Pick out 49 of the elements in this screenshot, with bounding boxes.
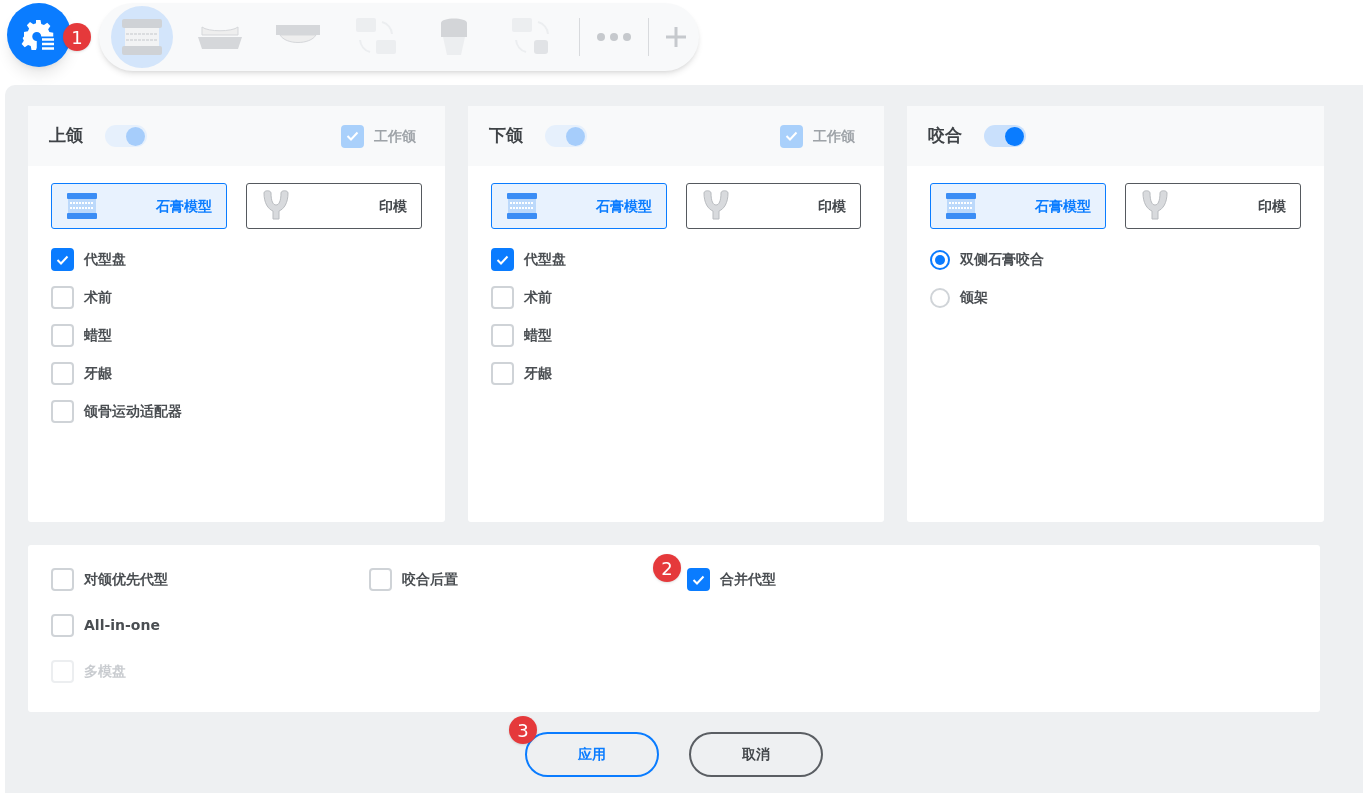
- checkbox-label: 工作颌: [813, 126, 856, 146]
- option-label: 蜡型: [523, 326, 552, 345]
- checkbox-label: 工作颌: [373, 126, 416, 146]
- step-badge: 3: [509, 716, 537, 744]
- option-label: All-in-one: [84, 616, 160, 635]
- checkbox[interactable]: [51, 248, 74, 271]
- dental-model-icon: [505, 192, 538, 220]
- lower-arch-icon: [196, 23, 244, 51]
- check-icon: [56, 254, 69, 265]
- check-icon: [692, 574, 705, 585]
- card-title: 下颌: [488, 124, 523, 148]
- option-label: 合并代型: [720, 570, 776, 589]
- option-label: 代型盘: [84, 250, 126, 269]
- card-title: 咬合: [928, 124, 963, 148]
- toggle-switch[interactable]: [984, 125, 1027, 147]
- option-label: 代型盘: [523, 250, 566, 269]
- cancel-button[interactable]: 取消: [689, 732, 823, 777]
- model-tool-button[interactable]: [111, 6, 173, 68]
- radio-button[interactable]: [930, 249, 951, 270]
- model-type-button[interactable]: 印模: [245, 183, 422, 229]
- impression-tray-icon: [260, 189, 291, 223]
- option-label: 颌骨运动适配器: [84, 402, 182, 421]
- option-label: 对颌优先代型: [84, 570, 168, 589]
- step-badge: 1: [63, 23, 91, 51]
- card-title: 上颌: [49, 124, 83, 148]
- dental-model-icon: [66, 192, 98, 220]
- check-icon: [785, 131, 799, 141]
- option-label: 牙龈: [84, 364, 112, 383]
- option-label: 蜡型: [84, 326, 112, 345]
- model-type-button[interactable]: 印模: [1125, 183, 1302, 229]
- dental-model-icon: [945, 192, 978, 220]
- option-label: 术前: [523, 288, 552, 307]
- impression-tray-icon: [700, 189, 731, 223]
- checkbox[interactable]: [490, 248, 514, 271]
- dental-model-icon: [120, 17, 164, 57]
- more-icon: [596, 32, 632, 42]
- option-label: 颌架: [960, 288, 989, 307]
- settings-icon: [21, 17, 57, 53]
- option-label: 牙龈: [523, 364, 552, 383]
- impression-tray-icon: [1140, 189, 1171, 223]
- option-label: 咬合后置: [402, 570, 458, 589]
- check-icon: [495, 254, 509, 265]
- add-icon: [665, 26, 687, 48]
- model-type-button[interactable]: 印模: [685, 183, 862, 229]
- option-label: 术前: [84, 288, 112, 307]
- step-badge: 2: [653, 554, 681, 582]
- check-icon: [345, 131, 359, 141]
- checkbox[interactable]: [687, 568, 710, 591]
- option-label: 双侧石膏咬合: [960, 250, 1045, 269]
